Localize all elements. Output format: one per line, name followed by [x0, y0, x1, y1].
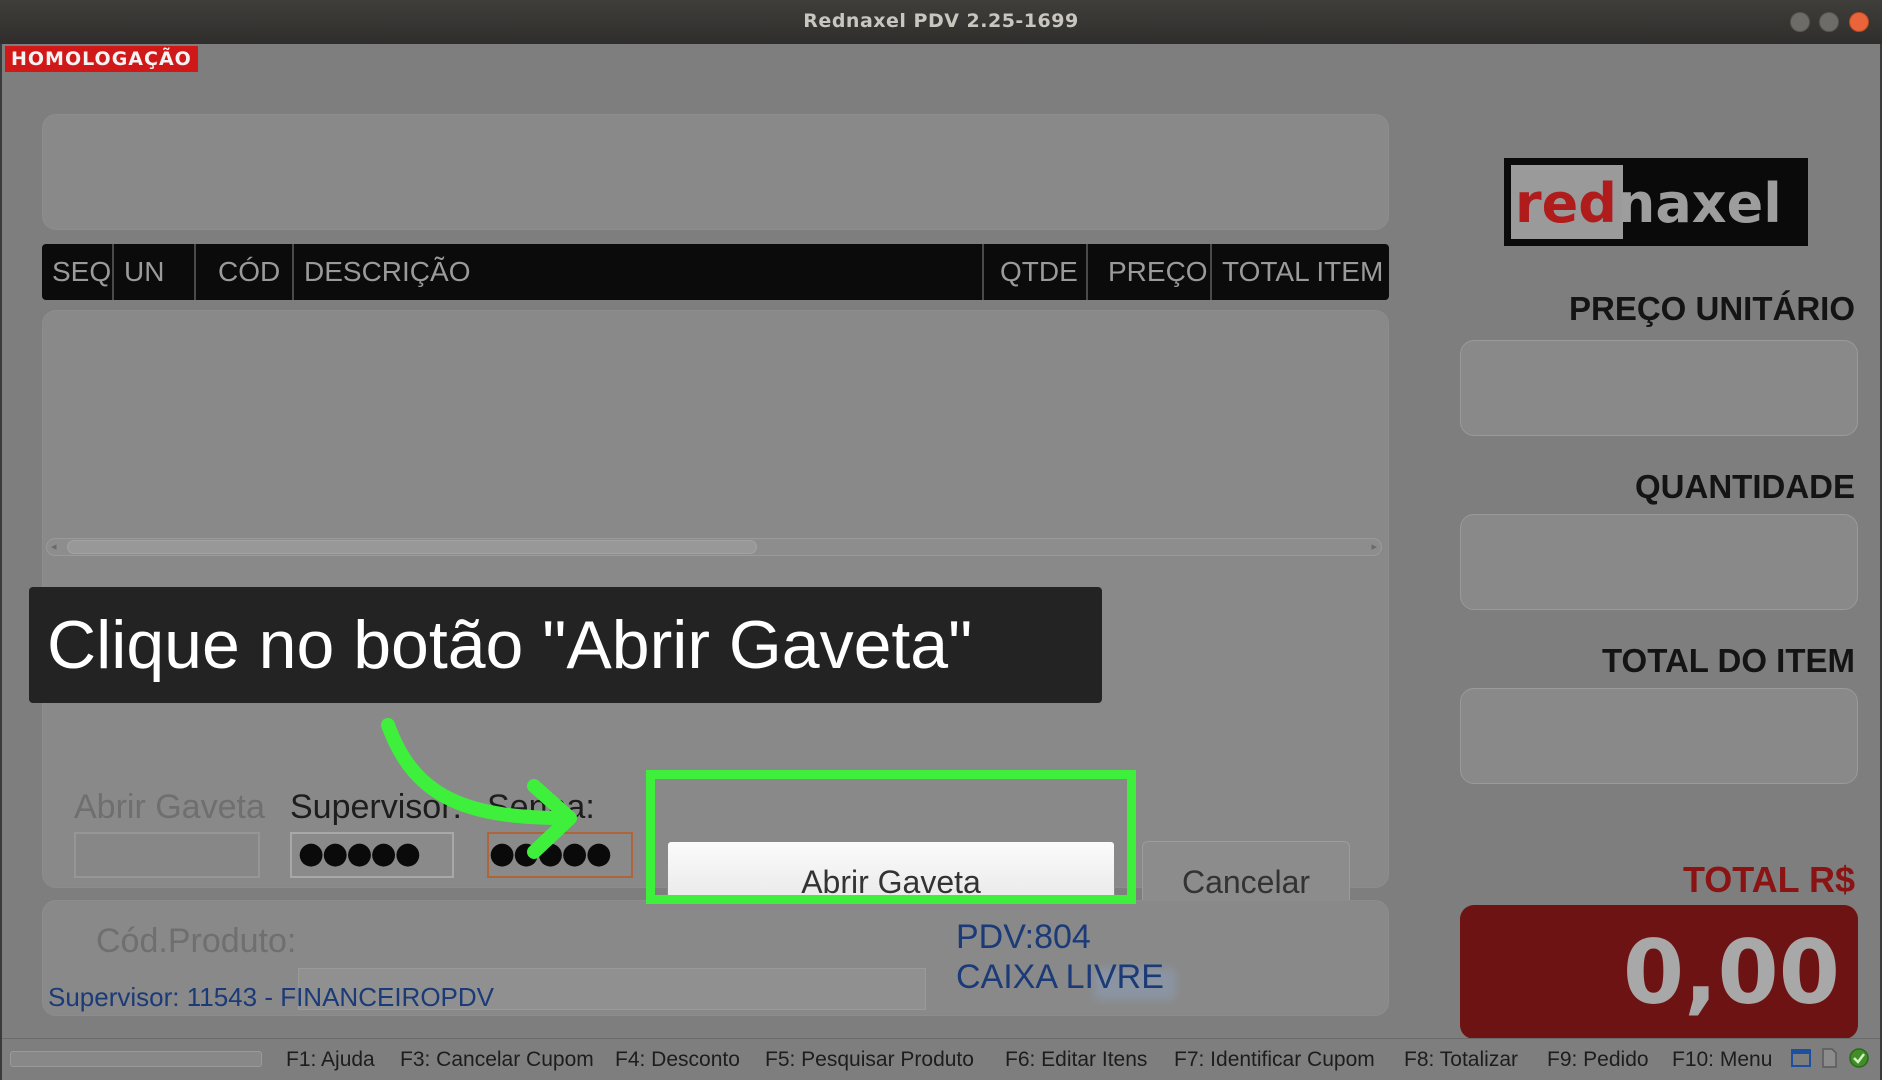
- shortcut-f3[interactable]: F3: Cancelar Cupom: [400, 1048, 594, 1072]
- maximize-icon[interactable]: [1819, 12, 1839, 32]
- status-bar: F1: Ajuda F3: Cancelar Cupom F4: Descont…: [2, 1038, 1880, 1080]
- column-header-cod: CÓD: [196, 244, 294, 300]
- shortcut-f8[interactable]: F8: Totalizar: [1404, 1048, 1518, 1072]
- column-header-qtde: QTDE: [984, 244, 1088, 300]
- rednaxel-logo: rednaxel: [1504, 158, 1808, 246]
- shortcut-f4[interactable]: F4: Desconto: [615, 1048, 740, 1072]
- column-header-total-item: TOTAL ITEM: [1222, 256, 1384, 287]
- items-table-header: SEQ UN CÓD DESCRIÇÃO QTDE PREÇO TOTAL IT…: [42, 244, 1389, 300]
- supervisor-info: Supervisor: 11543 - FINANCEIROPDV: [48, 982, 494, 1012]
- pdv-label: PDV:804: [956, 918, 1091, 956]
- column-header-un: UN: [114, 244, 196, 300]
- tutorial-instruction: Clique no botão "Abrir Gaveta": [29, 587, 1102, 703]
- close-icon[interactable]: [1849, 12, 1869, 32]
- supervisor-password-field[interactable]: ●●●●●: [290, 832, 454, 878]
- password-label: Senha:: [487, 788, 595, 826]
- shortcut-f9[interactable]: F9: Pedido: [1547, 1048, 1649, 1072]
- drawer-dialog-title: Abrir Gaveta: [74, 788, 265, 826]
- shortcut-f6[interactable]: F6: Editar Itens: [1005, 1048, 1147, 1072]
- horizontal-scrollbar[interactable]: ◂ ▸: [46, 538, 1382, 556]
- item-total-label: TOTAL DO ITEM: [1602, 642, 1855, 679]
- connection-ok-icon: [1849, 1048, 1869, 1068]
- unit-price-label: PREÇO UNITÁRIO: [1568, 290, 1855, 327]
- shortcut-f7[interactable]: F7: Identificar Cupom: [1174, 1048, 1375, 1072]
- product-description-display: [42, 114, 1389, 230]
- product-code-label: Cód.Produto:: [96, 922, 297, 960]
- scroll-left-icon[interactable]: ◂: [51, 539, 57, 555]
- environment-badge: HOMOLOGAÇÃO: [5, 46, 198, 72]
- window-titlebar: Rednaxel PDV 2.25-1699: [0, 0, 1882, 44]
- status-progress-bar: [10, 1051, 262, 1067]
- item-total-field: [1460, 688, 1858, 784]
- supervisor-label: Supervisor:: [290, 788, 462, 826]
- scrollbar-thumb[interactable]: [67, 540, 757, 554]
- document-icon[interactable]: [1818, 1047, 1840, 1069]
- window-title: Rednaxel PDV 2.25-1699: [803, 10, 1079, 32]
- quantity-label: QUANTIDADE: [1635, 468, 1855, 505]
- unit-price-field: [1460, 340, 1858, 436]
- shortcut-f5[interactable]: F5: Pesquisar Produto: [765, 1048, 974, 1072]
- cashier-status: CAIXA LIVRE: [956, 958, 1164, 996]
- shortcut-f1[interactable]: F1: Ajuda: [286, 1048, 375, 1072]
- password-field[interactable]: ●●●●●: [487, 832, 633, 878]
- minimize-icon[interactable]: [1790, 12, 1810, 32]
- scroll-right-icon[interactable]: ▸: [1371, 539, 1377, 555]
- column-header-preco: PREÇO: [1088, 244, 1212, 300]
- quantity-field: [1460, 514, 1858, 610]
- shortcut-f10[interactable]: F10: Menu: [1672, 1048, 1772, 1072]
- column-header-descricao: DESCRIÇÃO: [294, 244, 984, 300]
- total-label: TOTAL R$: [1682, 859, 1855, 900]
- total-value: 0,00: [1622, 921, 1840, 1024]
- main-window: HOMOLOGAÇÃO SEQ UN CÓD DESCRIÇÃO QTDE PR…: [2, 44, 1880, 1080]
- total-display: 0,00: [1460, 905, 1858, 1039]
- column-header-seq: SEQ: [42, 244, 114, 300]
- window-icon[interactable]: [1790, 1047, 1812, 1069]
- drawer-status-field: [74, 832, 260, 878]
